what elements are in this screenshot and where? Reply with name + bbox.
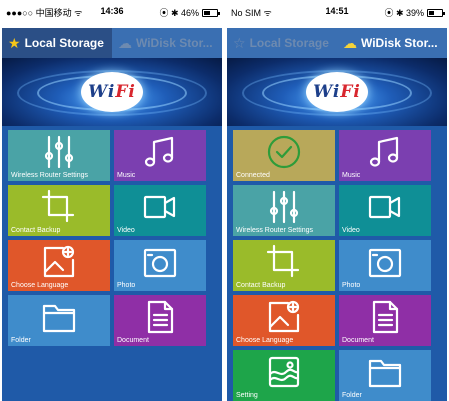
cloud-icon: ☁ (343, 35, 357, 51)
sliders-icon (8, 134, 110, 170)
tile-label: Choose Language (11, 282, 69, 289)
tile-document[interactable]: Document (339, 295, 431, 346)
crop-icon (233, 244, 335, 280)
folder-icon (8, 299, 110, 335)
tile-connected[interactable]: Connected (233, 130, 335, 181)
tab-local-storage[interactable]: ☆ Local Storage (227, 28, 337, 58)
tile-wireless-router-settings[interactable]: Wireless Router Settings (233, 185, 335, 236)
tile-grid: Wireless Router Settings Music Contact Bac… (2, 126, 222, 346)
cloud-icon: ☁ (118, 35, 132, 51)
folder-icon (339, 354, 431, 390)
wifi-banner: WiFi (2, 58, 222, 126)
music-icon (114, 134, 206, 170)
check-circle-icon (233, 134, 335, 170)
logo-text-main: Wi (313, 82, 341, 102)
logo-text-accent: Fi (340, 82, 361, 102)
status-bar: No SIM ᯤ 14:51 ⦿ ✱ 39% (227, 0, 447, 28)
document-icon (114, 299, 206, 335)
video-icon (339, 189, 431, 225)
tab-widisk-storage[interactable]: ☁ WiDisk Stor... (337, 28, 447, 58)
tile-folder[interactable]: Folder (8, 295, 110, 346)
crop-icon (8, 189, 110, 225)
tab-label: WiDisk Stor... (136, 36, 213, 50)
tile-photo[interactable]: Photo (339, 240, 431, 291)
tile-label: Document (117, 337, 149, 344)
tile-setting[interactable]: Setting (233, 350, 335, 401)
wifi-logo: WiFi (81, 72, 143, 112)
tile-music[interactable]: Music (114, 130, 206, 181)
phone-screen-left: ●●●○○ 中国移动 ᯤ 14:36 ⦿ ✱ 46% ★ Local Stora… (2, 0, 222, 401)
tile-label: Video (117, 227, 135, 234)
tile-label: Wireless Router Settings (11, 172, 89, 179)
image-add-icon (8, 244, 110, 280)
tile-label: Setting (236, 392, 258, 399)
battery-text: ⦿ ✱ 39% (384, 8, 424, 18)
tab-bar: ★ Local Storage ☁ WiDisk Stor... (2, 28, 222, 58)
tile-label: Photo (117, 282, 136, 289)
image-add-icon (233, 299, 335, 335)
status-bar: ●●●○○ 中国移动 ᯤ 14:36 ⦿ ✱ 46% (2, 0, 222, 28)
tile-label: Music (342, 172, 361, 179)
battery-indicator: ⦿ ✱ 39% (384, 6, 445, 19)
logo-text-main: Wi (88, 82, 116, 102)
tab-bar: ☆ Local Storage ☁ WiDisk Stor... (227, 28, 447, 58)
tile-photo[interactable]: Photo (114, 240, 206, 291)
battery-indicator: ⦿ ✱ 46% (159, 6, 220, 19)
tile-label: Contact Backup (11, 227, 61, 234)
tile-label: Photo (342, 282, 361, 289)
tile-label: Folder (342, 392, 362, 399)
battery-icon (427, 8, 445, 17)
wifi-banner: WiFi (227, 58, 447, 126)
wifi-logo: WiFi (306, 72, 368, 112)
tile-choose-language[interactable]: Choose Language (233, 295, 335, 346)
tile-contact-backup[interactable]: Contact Backup (233, 240, 335, 291)
landscape-icon (233, 354, 335, 390)
tile-choose-language[interactable]: Choose Language (8, 240, 110, 291)
camera-icon (339, 244, 431, 280)
video-icon (114, 189, 206, 225)
tile-label: Contact Backup (236, 282, 286, 289)
star-outline-icon: ☆ (233, 35, 246, 51)
tab-widisk-storage[interactable]: ☁ WiDisk Stor... (112, 28, 222, 58)
tile-label: Folder (11, 337, 31, 344)
tile-label: Music (117, 172, 136, 179)
tab-label: Local Storage (249, 36, 329, 50)
battery-text: ⦿ ✱ 46% (159, 8, 199, 18)
logo-text-accent: Fi (115, 82, 136, 102)
tile-document[interactable]: Document (114, 295, 206, 346)
tile-label: Choose Language (236, 337, 294, 344)
tile-label: Video (342, 227, 360, 234)
tile-video[interactable]: Video (339, 185, 431, 236)
tab-label: WiDisk Stor... (361, 36, 438, 50)
tile-wireless-router-settings[interactable]: Wireless Router Settings (8, 130, 110, 181)
tile-folder[interactable]: Folder (339, 350, 431, 401)
phone-screen-right: No SIM ᯤ 14:51 ⦿ ✱ 39% ☆ Local Storage ☁… (227, 0, 447, 401)
camera-icon (114, 244, 206, 280)
tile-label: Connected (236, 172, 270, 179)
tab-label: Local Storage (24, 36, 104, 50)
tile-contact-backup[interactable]: Contact Backup (8, 185, 110, 236)
document-icon (339, 299, 431, 335)
tile-music[interactable]: Music (339, 130, 431, 181)
tile-grid: Connected Music Wireless Router Settings Vi… (227, 126, 447, 401)
battery-icon (202, 8, 220, 17)
sliders-icon (233, 189, 335, 225)
music-icon (339, 134, 431, 170)
tile-label: Wireless Router Settings (236, 227, 314, 234)
tab-local-storage[interactable]: ★ Local Storage (2, 28, 112, 58)
tile-label: Document (342, 337, 374, 344)
tile-video[interactable]: Video (114, 185, 206, 236)
star-icon: ★ (8, 35, 21, 51)
